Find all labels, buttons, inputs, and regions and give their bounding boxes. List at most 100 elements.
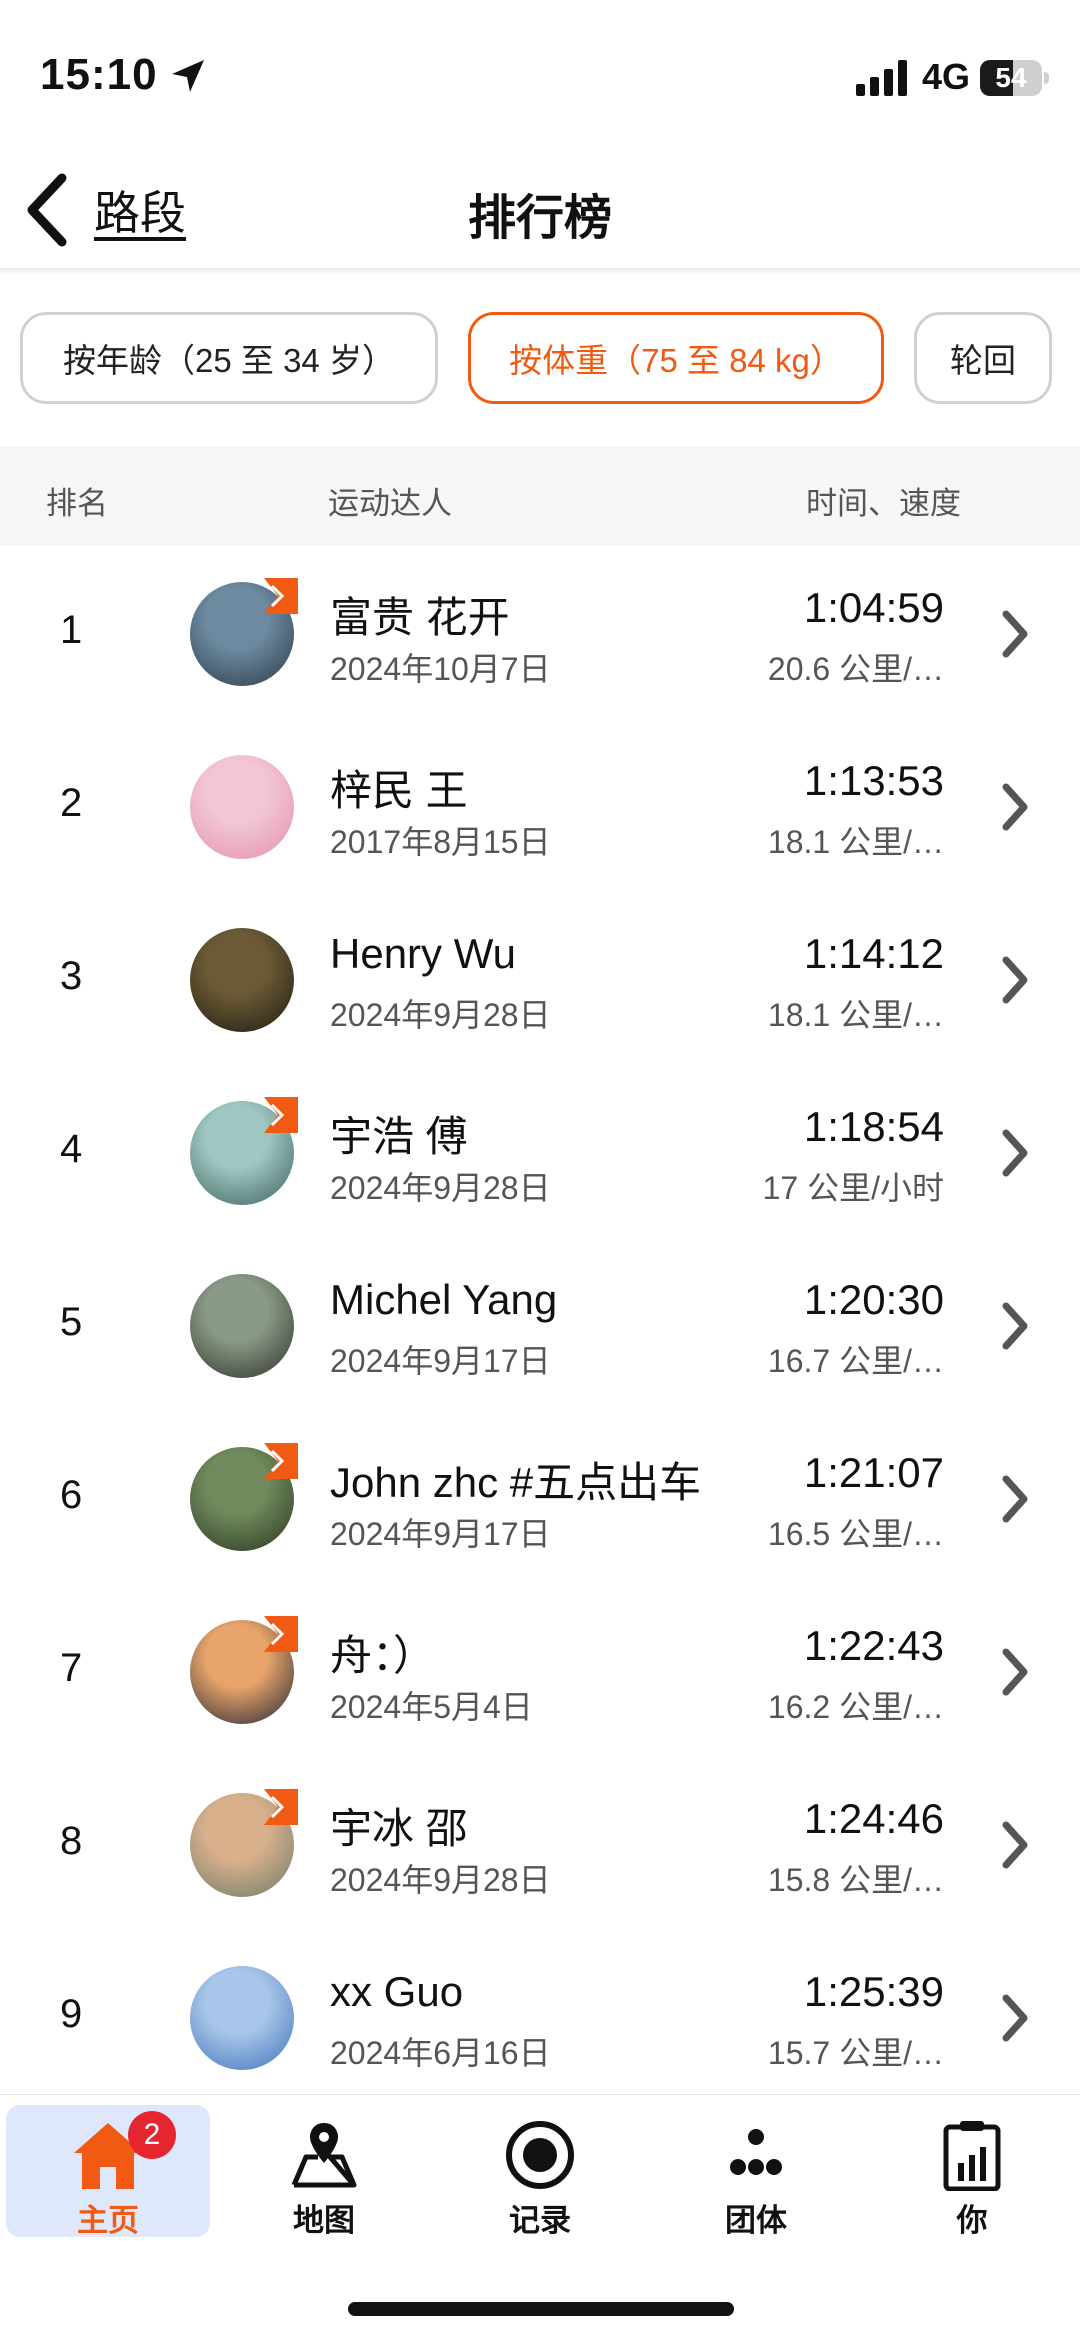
location-arrow-icon: [172, 60, 204, 92]
tab-label: 主页: [77, 2203, 139, 2238]
athlete-name: 宇浩 傅: [330, 1113, 468, 1160]
effort-speed: 15.7 公里/…: [767, 2035, 944, 2071]
effort-speed: 16.5 公里/…: [767, 1516, 944, 1552]
leaderboard-row[interactable]: 1 富贵 花开 2024年10月7日 1:04:59 20.6 公里/…: [0, 546, 1080, 719]
status-time: 15:10: [40, 50, 158, 99]
effort-time: 1:20:30: [803, 1276, 944, 1323]
rank-number: 3: [60, 954, 83, 998]
rank-number: 5: [60, 1300, 83, 1344]
page-title: 排行榜: [467, 192, 612, 245]
filter-loop[interactable]: 轮回: [914, 312, 1052, 404]
leaderboard-row[interactable]: 4 宇浩 傅 2024年9月28日 1:18:54 17 公里/小时: [0, 1065, 1080, 1238]
effort-date: 2024年9月28日: [330, 997, 551, 1033]
effort-date: 2024年9月28日: [330, 1862, 551, 1898]
effort-date: 2024年9月17日: [330, 1516, 551, 1552]
athlete-avatar[interactable]: [190, 1966, 294, 2070]
rank-number: 1: [60, 608, 83, 652]
leaderboard-row[interactable]: 5 Michel Yang 2024年9月17日 1:20:30 16.7 公里/…: [0, 1238, 1080, 1411]
athlete-avatar[interactable]: [190, 755, 294, 859]
athlete-name: 舟：）: [330, 1632, 436, 1679]
rank-number: 4: [60, 1127, 83, 1171]
athlete-name: 梓民 王: [330, 767, 468, 814]
map-icon: [291, 2123, 357, 2188]
chevron-right-icon: [1002, 1129, 1028, 1177]
athlete-name: 富贵 花开: [330, 594, 510, 641]
effort-speed: 18.1 公里/…: [767, 824, 944, 860]
home-indicator: [348, 2302, 734, 2316]
leaderboard-row[interactable]: 3 Henry Wu 2024年9月28日 1:14:12 18.1 公里/…: [0, 892, 1080, 1065]
navigation-bar: 路段 排行榜: [0, 150, 1080, 272]
tab-label: 记录: [509, 2203, 571, 2238]
effort-date: 2024年10月7日: [330, 651, 551, 687]
athlete-name: xx Guo: [330, 1968, 464, 2015]
athlete-avatar[interactable]: [190, 1274, 294, 1378]
chevron-right-icon: [1002, 783, 1028, 831]
leaderboard-row[interactable]: 2 梓民 王 2017年8月15日 1:13:53 18.1 公里/…: [0, 719, 1080, 892]
effort-time: 1:22:43: [803, 1622, 944, 1669]
leaderboard-screen: 15:10 4G 54 路段 排行榜 按年龄（25 至 34 岁） 按体重（75…: [0, 0, 1080, 2339]
effort-date: 2024年9月28日: [330, 1170, 551, 1206]
nav-divider: [0, 268, 1080, 274]
effort-speed: 17 公里/小时: [762, 1170, 944, 1206]
header-time-speed: 时间、速度: [806, 486, 961, 521]
chevron-right-icon: [1002, 956, 1028, 1004]
filter-bar: 按年龄（25 至 34 岁） 按体重（75 至 84 kg） 轮回: [0, 312, 1080, 406]
battery-icon: 54: [980, 60, 1049, 96]
tab-home[interactable]: 2 主页: [6, 2105, 210, 2238]
athlete-avatar[interactable]: [190, 928, 294, 1032]
table-header: 排名 运动达人 时间、速度: [0, 446, 1080, 546]
groups-icon: [730, 2129, 782, 2175]
athlete-name: Henry Wu: [330, 930, 516, 977]
subscriber-badge-icon: [264, 1789, 298, 1825]
leaderboard-row[interactable]: 6 John zhc #五点出车 2024年9月17日 1:21:07 16.5 公里/…: [0, 1411, 1080, 1584]
subscriber-badge-icon: [264, 578, 298, 614]
subscriber-badge-icon: [264, 1616, 298, 1652]
notification-badge: 2: [128, 2111, 176, 2159]
rank-number: 8: [60, 1819, 83, 1863]
profile-icon: [943, 2121, 1001, 2191]
athlete-name: 宇冰 邵: [330, 1805, 468, 1852]
effort-time: 1:04:59: [803, 584, 944, 631]
chevron-right-icon: [1002, 610, 1028, 658]
record-icon: [506, 2121, 574, 2189]
filter-age[interactable]: 按年龄（25 至 34 岁）: [20, 312, 438, 404]
leaderboard-row[interactable]: 8 宇冰 邵 2024年9月28日 1:24:46 15.8 公里/…: [0, 1757, 1080, 1930]
chevron-right-icon: [1002, 1994, 1028, 2042]
tab-label: 你: [956, 2203, 988, 2238]
tab-groups[interactable]: 团体: [654, 2105, 858, 2238]
network-type: 4G: [922, 56, 971, 97]
subscriber-badge-icon: [264, 1443, 298, 1479]
athlete-name: Michel Yang: [330, 1276, 558, 1323]
effort-time: 1:13:53: [803, 757, 944, 804]
effort-speed: 18.1 公里/…: [767, 997, 944, 1033]
effort-speed: 16.2 公里/…: [767, 1689, 944, 1725]
effort-date: 2024年9月17日: [330, 1343, 551, 1379]
effort-date: 2017年8月15日: [330, 824, 551, 860]
tab-label: 地图: [293, 2203, 355, 2238]
tab-profile[interactable]: 你: [870, 2105, 1074, 2238]
athlete-name: John zhc #五点出车: [330, 1459, 702, 1506]
tab-label: 团体: [725, 2203, 787, 2238]
leaderboard-row[interactable]: 7 舟：） 2024年5月4日 1:22:43 16.2 公里/…: [0, 1584, 1080, 1757]
effort-date: 2024年5月4日: [330, 1689, 533, 1725]
header-athlete: 运动达人: [328, 486, 452, 521]
effort-time: 1:21:07: [803, 1449, 944, 1496]
tab-map[interactable]: 地图: [222, 2105, 426, 2238]
rank-number: 6: [60, 1473, 83, 1517]
effort-time: 1:25:39: [803, 1968, 944, 2015]
rank-number: 2: [60, 781, 83, 825]
battery-level: 54: [995, 62, 1027, 93]
cellular-signal-icon: [856, 60, 907, 96]
effort-time: 1:18:54: [803, 1103, 944, 1150]
tab-record[interactable]: 记录: [438, 2105, 642, 2238]
chevron-right-icon: [1002, 1475, 1028, 1523]
effort-speed: 16.7 公里/…: [767, 1343, 944, 1379]
effort-time: 1:14:12: [803, 930, 944, 977]
chevron-right-icon: [1002, 1302, 1028, 1350]
chevron-right-icon: [1002, 1821, 1028, 1869]
leaderboard-row[interactable]: 9 xx Guo 2024年6月16日 1:25:39 15.7 公里/…: [0, 1930, 1080, 2103]
effort-speed: 20.6 公里/…: [767, 651, 944, 687]
leaderboard-list: 1 富贵 花开 2024年10月7日 1:04:59 20.6 公里/… 2 梓民 王 201…: [0, 546, 1080, 2103]
effort-speed: 15.8 公里/…: [767, 1862, 944, 1898]
filter-weight[interactable]: 按体重（75 至 84 kg）: [468, 312, 884, 404]
